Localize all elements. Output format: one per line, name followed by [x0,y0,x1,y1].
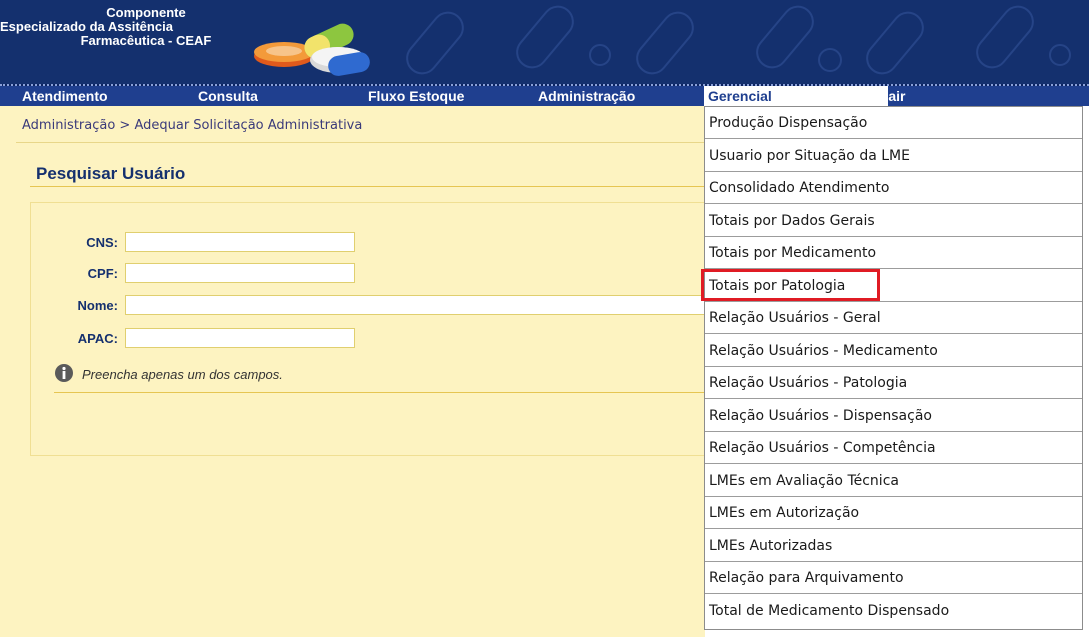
nome-label: Nome: [77,298,118,313]
logo-line-1: Componente [106,5,186,20]
cns-label: CNS: [86,235,118,250]
menu-fluxo-estoque[interactable]: Fluxo Estoque [368,86,464,106]
title-underline [30,186,705,187]
menu-item-totais-dados-gerais[interactable]: Totais por Dados Gerais [705,204,1082,237]
menu-item-totais-medicamento[interactable]: Totais por Medicamento [705,237,1082,269]
menu-item-usuario-situacao-lme[interactable]: Usuario por Situação da LME [705,139,1082,172]
cpf-input[interactable] [125,263,355,283]
menu-item-producao-dispensacao[interactable]: Produção Dispensação [705,107,1082,139]
main-menu-bar: Atendimento Consulta Fluxo Estoque Admin… [0,86,1089,106]
pills-logo-icon [254,23,370,76]
app-header: Componente Especializado da Assitência F… [0,0,1089,84]
apac-label: APAC: [77,331,118,346]
breadcrumb: Administração > Adequar Solicitação Admi… [22,118,363,133]
menu-item-relacao-usuarios-competencia[interactable]: Relação Usuários - Competência [705,432,1082,464]
menu-item-consolidado-atendimento[interactable]: Consolidado Atendimento [705,172,1082,204]
app-logo-text: Componente Especializado da Assitência F… [0,6,238,48]
menu-item-relacao-arquivamento[interactable]: Relação para Arquivamento [705,562,1082,594]
menu-item-relacao-usuarios-medicamento[interactable]: Relação Usuários - Medicamento [705,334,1082,367]
highlight-totais-por-patologia [701,269,880,301]
hint-divider [54,392,705,393]
gerencial-dropdown: Produção Dispensação Usuario por Situaçã… [704,106,1083,630]
menu-consulta[interactable]: Consulta [198,86,258,106]
cns-input[interactable] [125,232,355,252]
menu-gerencial[interactable]: Gerencial [704,86,888,106]
cpf-label: CPF: [87,266,118,281]
menu-item-relacao-usuarios-dispensacao[interactable]: Relação Usuários - Dispensação [705,399,1082,432]
form-hint: Preencha apenas um dos campos. [82,367,283,382]
menu-item-total-medicamento-dispensado[interactable]: Total de Medicamento Dispensado [705,594,1082,627]
page-title: Pesquisar Usuário [36,164,186,183]
info-icon [55,364,73,382]
menu-item-lmes-autorizacao[interactable]: LMEs em Autorização [705,497,1082,529]
menu-item-relacao-usuarios-geral[interactable]: Relação Usuários - Geral [705,302,1082,334]
breadcrumb-divider [16,142,705,143]
nome-input[interactable] [125,295,705,315]
menu-administracao[interactable]: Administração [538,86,635,106]
menu-atendimento[interactable]: Atendimento [22,86,108,106]
logo-line-2: Especializado da Assitência [0,19,173,34]
menu-item-relacao-usuarios-patologia[interactable]: Relação Usuários - Patologia [705,367,1082,399]
menu-item-lmes-avaliacao-tecnica[interactable]: LMEs em Avaliação Técnica [705,464,1082,497]
apac-input[interactable] [125,328,355,348]
menu-sair[interactable]: Sair [879,86,905,106]
menu-item-lmes-autorizadas[interactable]: LMEs Autorizadas [705,529,1082,562]
logo-line-3: Farmacêutica - CEAF [80,33,212,48]
